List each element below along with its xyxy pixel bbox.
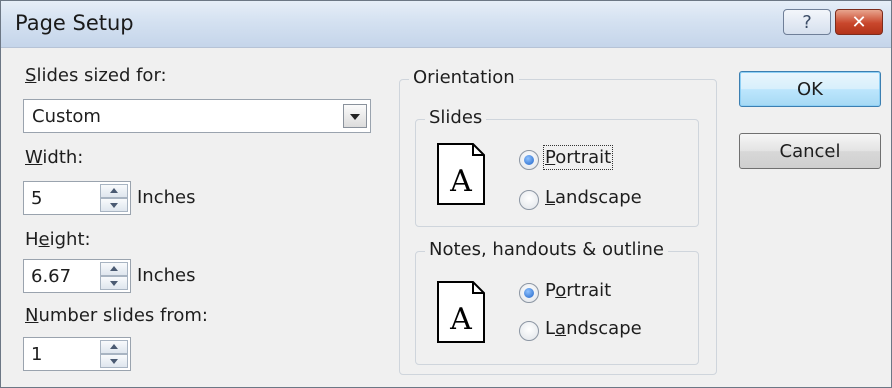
width-label: Width: (25, 147, 84, 168)
height-input[interactable]: 6.67 (23, 259, 131, 293)
height-spin-down-icon[interactable] (100, 276, 128, 290)
svg-text:A: A (449, 302, 472, 337)
svg-text:A: A (449, 164, 472, 199)
chevron-down-icon[interactable] (343, 104, 367, 128)
notes-landscape-radio[interactable] (519, 321, 539, 341)
number-slides-from-label: Number slides from: (25, 305, 208, 326)
notes-portrait-label[interactable]: Portrait (545, 280, 611, 301)
number-slides-from-spinner (100, 340, 128, 368)
number-spin-up-icon[interactable] (100, 340, 128, 354)
slides-portrait-radio[interactable] (519, 150, 539, 170)
notes-page-icon: A (437, 281, 485, 343)
height-label: Height: (25, 229, 91, 250)
slides-sized-for-label: Slides sized for: (25, 65, 167, 86)
height-spin-up-icon[interactable] (100, 262, 128, 276)
height-spinner (100, 262, 128, 290)
title-bar[interactable]: Page Setup ? ✕ (1, 1, 891, 48)
page-setup-dialog: Page Setup ? ✕ Slides sized for: Custom … (0, 0, 892, 388)
slides-portrait-label[interactable]: Portrait (542, 145, 614, 170)
width-unit: Inches (137, 187, 196, 208)
notes-landscape-label[interactable]: Landscape (545, 318, 642, 339)
width-spinner (100, 184, 128, 212)
number-spin-down-icon[interactable] (100, 354, 128, 368)
orientation-legend: Orientation (409, 67, 519, 88)
close-icon: ✕ (851, 11, 867, 33)
slides-orientation-legend: Slides (425, 107, 487, 128)
number-slides-from-input[interactable]: 1 (23, 337, 131, 371)
width-spin-up-icon[interactable] (100, 184, 128, 198)
close-button[interactable]: ✕ (835, 9, 883, 35)
cancel-button[interactable]: Cancel (739, 133, 881, 169)
number-slides-from-value: 1 (31, 344, 43, 365)
slides-sized-for-dropdown[interactable]: Custom (23, 99, 371, 133)
portrait-page-icon: A (437, 143, 485, 205)
slides-landscape-label[interactable]: Landscape (545, 187, 642, 208)
ok-button[interactable]: OK (739, 71, 881, 107)
width-spin-down-icon[interactable] (100, 198, 128, 212)
slides-sized-for-value: Custom (32, 106, 101, 127)
width-value: 5 (31, 188, 43, 209)
slides-landscape-radio[interactable] (519, 190, 539, 210)
height-value: 6.67 (31, 266, 72, 287)
window-title: Page Setup (15, 11, 134, 35)
notes-orientation-legend: Notes, handouts & outline (425, 239, 669, 260)
width-input[interactable]: 5 (23, 181, 131, 215)
height-unit: Inches (137, 265, 196, 286)
help-icon: ? (802, 11, 812, 33)
notes-portrait-radio[interactable] (519, 283, 539, 303)
help-button[interactable]: ? (783, 9, 831, 35)
